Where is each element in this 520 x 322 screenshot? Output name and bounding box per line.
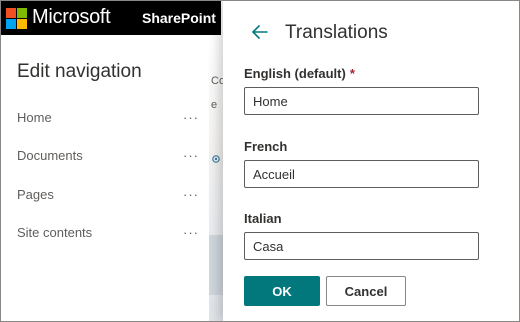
brand-name: Microsoft: [32, 6, 111, 28]
back-button[interactable]: [249, 21, 271, 43]
french-field-label: French: [244, 139, 288, 154]
french-field[interactable]: [244, 160, 479, 188]
panel-title: Translations: [285, 22, 388, 43]
more-horizontal-icon[interactable]: ···: [183, 187, 199, 202]
nav-item-documents[interactable]: Documents ···: [17, 146, 203, 168]
app-window: Microsoft SharePoint Edit navigation Hom…: [0, 0, 520, 322]
app-name[interactable]: SharePoint: [142, 10, 216, 26]
microsoft-logo-icon: [6, 8, 27, 29]
nav-item-label: Documents: [17, 148, 83, 163]
nav-item-label: Home: [17, 110, 52, 125]
background-page-text: e: [211, 99, 218, 111]
background-page: Co e: [209, 35, 223, 321]
english-field[interactable]: [244, 87, 479, 115]
background-image: [209, 235, 223, 295]
gear-icon: [212, 155, 220, 163]
suite-bar: Microsoft SharePoint: [1, 1, 221, 35]
nav-item-pages[interactable]: Pages ···: [17, 185, 203, 207]
more-horizontal-icon[interactable]: ···: [183, 148, 199, 163]
italian-field[interactable]: [244, 232, 479, 260]
nav-item-home[interactable]: Home ···: [17, 108, 203, 130]
more-horizontal-icon[interactable]: ···: [183, 225, 199, 240]
ok-button[interactable]: OK: [244, 276, 320, 306]
translations-panel: Translations English (default)* French I…: [223, 1, 519, 321]
cancel-button[interactable]: Cancel: [326, 276, 406, 306]
nav-item-site-contents[interactable]: Site contents ···: [17, 223, 203, 245]
english-field-label: English (default) *: [244, 66, 355, 81]
edit-navigation-title: Edit navigation: [17, 61, 142, 82]
back-arrow-icon: [252, 25, 268, 39]
required-marker: *: [349, 66, 355, 81]
nav-item-label: Site contents: [17, 225, 93, 240]
more-horizontal-icon[interactable]: ···: [183, 110, 199, 125]
background-page-text: Co: [211, 75, 223, 87]
italian-field-label: Italian: [244, 211, 282, 226]
nav-item-label: Pages: [17, 187, 54, 202]
edit-navigation-panel: Edit navigation Home ··· Documents ··· P…: [1, 35, 209, 321]
